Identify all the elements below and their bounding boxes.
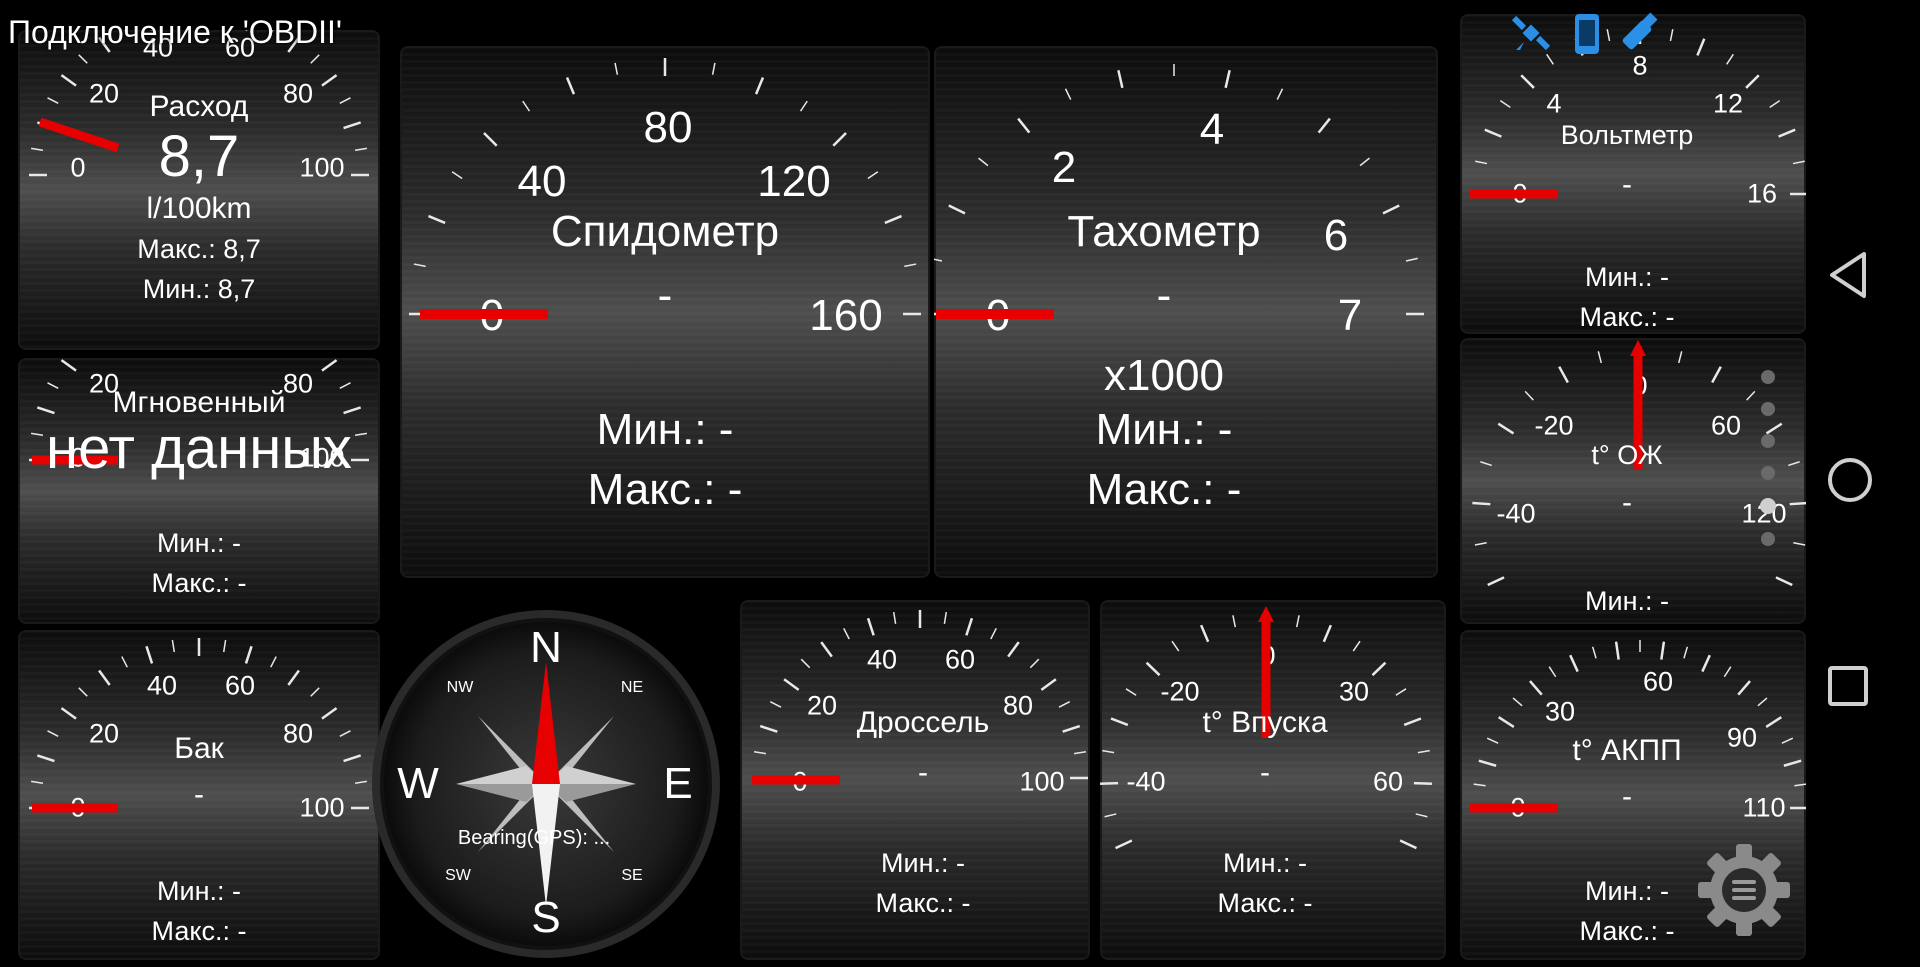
- page-dot[interactable]: [1761, 402, 1775, 416]
- gauge-value: -: [934, 274, 1416, 318]
- gauge-min: Мин.: -: [18, 878, 380, 905]
- speedometer-gauge[interactable]: 0 40 80 120 160 Спидометр - Мин.: - Макс…: [400, 46, 930, 578]
- satellite-icon: [1510, 12, 1554, 56]
- back-icon[interactable]: [1826, 250, 1870, 300]
- gauge-title: Мгновенный: [18, 388, 380, 418]
- instant-consumption-gauge[interactable]: 40 60 20 80 0 100 Мгновенный нет данных …: [18, 358, 380, 624]
- settings-gear-icon[interactable]: [1694, 840, 1794, 940]
- intake-temp-gauge[interactable]: -40 -20 0 30 60 t° Впуска - Мин.: - Макс…: [1100, 600, 1446, 960]
- phone-icon: [1572, 12, 1602, 56]
- usb-adapter-icon: [1620, 12, 1664, 56]
- gauge-title: Бак: [18, 734, 380, 764]
- gauge-unit: x1000: [934, 354, 1416, 398]
- coolant-temp-gauge[interactable]: -40 -20 0 60 120 t° ОЖ - Мин.: -: [1460, 338, 1806, 624]
- gauge-title: t° Впуска: [1100, 708, 1438, 738]
- gauge-value: -: [18, 780, 380, 810]
- gauge-title: t° ОЖ: [1460, 442, 1800, 469]
- gauge-title: Расход: [18, 92, 380, 122]
- gauge-title: Спидометр: [400, 210, 930, 254]
- compass-ne: NE: [621, 680, 643, 696]
- recents-icon[interactable]: [1826, 664, 1870, 708]
- page-dot[interactable]: [1761, 532, 1775, 546]
- compass-west: W: [397, 762, 439, 806]
- gauge-min: Мин.: 8,7: [18, 276, 380, 303]
- gauge-title: Тахометр: [934, 210, 1416, 254]
- compass-north: N: [530, 626, 562, 670]
- compass-sw: SW: [445, 868, 471, 884]
- gauge-value: -: [400, 274, 930, 318]
- fuel-tank-gauge[interactable]: 0 20 40 60 80 100 Бак - Мин.: - Макс.: -: [18, 630, 380, 960]
- gauge-max: Макс.: -: [748, 890, 1090, 917]
- connection-status-title: Подключение к 'OBDII': [8, 14, 342, 51]
- gauge-title: Вольтметр: [1460, 122, 1800, 149]
- gauge-min: Мин.: -: [18, 530, 380, 557]
- home-icon[interactable]: [1826, 456, 1874, 504]
- gauge-max: Макс.: -: [934, 468, 1416, 512]
- gauge-value: нет данных: [18, 420, 380, 478]
- gauge-max: Макс.: -: [1460, 304, 1800, 331]
- compass-south: S: [531, 896, 560, 940]
- gauge-unit: l/100km: [18, 194, 380, 224]
- gauge-min: Мин.: -: [934, 408, 1416, 452]
- gauge-max: Макс.: 8,7: [18, 236, 380, 263]
- gauge-value: -: [748, 758, 1090, 788]
- gauge-value: -: [1460, 170, 1800, 200]
- gauge-max: Макс.: -: [18, 570, 380, 597]
- voltmeter-gauge[interactable]: 0 4 8 12 16 Вольтметр - Мин.: - Макс.: -: [1460, 14, 1806, 334]
- compass-nw: NW: [447, 680, 474, 696]
- gauge-value: -: [1100, 758, 1438, 788]
- gauge-title: Дроссель: [748, 708, 1090, 738]
- gauge-max: Макс.: -: [18, 918, 380, 945]
- tachometer-gauge[interactable]: 0 2 4 6 7 Тахометр - x1000 Мин.: - Макс.…: [934, 46, 1438, 578]
- gauge-value: -: [1460, 782, 1800, 812]
- page-dot[interactable]: [1760, 498, 1776, 514]
- gauge-min: Мин.: -: [748, 850, 1090, 877]
- page-indicator[interactable]: [1760, 370, 1776, 564]
- gauge-value: -: [1460, 488, 1800, 518]
- compass-bearing: Bearing(GPS): ...: [458, 828, 610, 848]
- page-dot[interactable]: [1761, 434, 1775, 448]
- gauge-min: Мин.: -: [1100, 850, 1438, 877]
- throttle-gauge[interactable]: 0 20 40 60 80 100 Дроссель - Мин.: - Мак…: [740, 600, 1090, 960]
- gauge-max: Макс.: -: [400, 468, 930, 512]
- gauge-title: t° АКПП: [1460, 736, 1800, 766]
- gauge-min: Мин.: -: [1460, 588, 1800, 615]
- compass-east: E: [663, 762, 692, 806]
- consumption-gauge[interactable]: 0 20 40 60 80 100 Расход 8,7 l/100km Мак…: [18, 30, 380, 350]
- gauge-min: Мин.: -: [1460, 264, 1800, 291]
- compass-gauge[interactable]: N S E W NW NE SW SE Bearing(GPS): ...: [368, 606, 724, 962]
- compass-se: SE: [621, 868, 642, 884]
- page-dot[interactable]: [1761, 466, 1775, 480]
- page-dot[interactable]: [1761, 370, 1775, 384]
- gauge-max: Макс.: -: [1100, 890, 1438, 917]
- gauge-min: Мин.: -: [400, 408, 930, 452]
- gauge-value: 8,7: [18, 128, 380, 186]
- needle: [1460, 338, 1806, 624]
